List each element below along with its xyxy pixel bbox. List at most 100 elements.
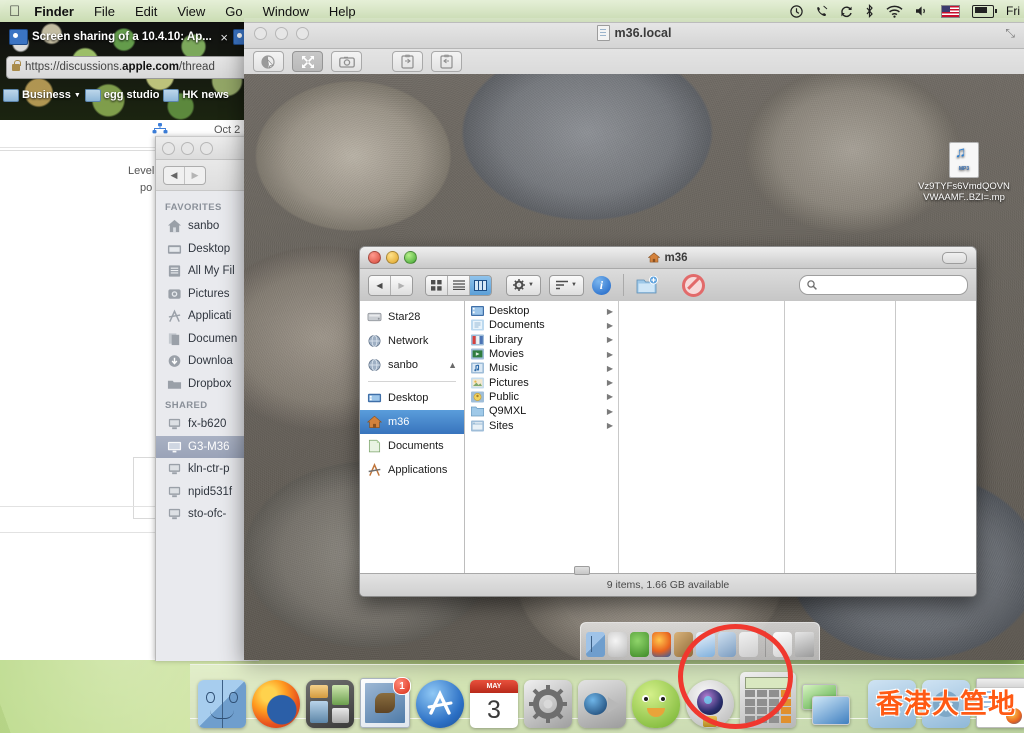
apple-menu-icon[interactable]: 	[9, 4, 20, 19]
menu-edit[interactable]: Edit	[135, 4, 157, 19]
zoom-button[interactable]	[200, 141, 213, 155]
sidebar-item-desktop[interactable]: Desktop	[360, 386, 464, 410]
wifi-icon[interactable]	[886, 5, 903, 18]
remote-screen-canvas[interactable]: Vz9TYFs6VmdQOVN VWAAMF..BZI=.mp	[244, 74, 1024, 660]
arrange-menu-button[interactable]: ▼	[548, 274, 584, 296]
disclosure-arrow-icon[interactable]: ▶	[607, 407, 613, 416]
bluetooth-icon[interactable]	[865, 4, 874, 18]
info-button[interactable]: i	[591, 275, 611, 295]
firefox-icon[interactable]	[651, 632, 671, 657]
url-input[interactable]: https://discussions. apple.com/thread	[6, 55, 258, 79]
remote-finder-sidebar[interactable]: Star28 Network sanbo ▲ Desktop m36 Docum…	[360, 301, 465, 574]
finder-icon[interactable]	[198, 680, 246, 728]
new-folder-icon[interactable]	[636, 275, 658, 295]
fullscreen-button[interactable]	[292, 51, 323, 72]
app-store-icon[interactable]	[416, 680, 464, 728]
column-view-button[interactable]	[469, 275, 491, 295]
menu-finder[interactable]: Finder	[34, 4, 74, 19]
blank-icon[interactable]	[739, 632, 759, 657]
back-button[interactable]: ◀	[164, 167, 184, 184]
finder-column-2[interactable]	[619, 301, 785, 574]
calendar-icon[interactable]: MAY 3	[470, 680, 518, 728]
file-row[interactable]: Library ▶	[465, 333, 618, 347]
eject-icon[interactable]: ▲	[448, 360, 457, 370]
bookmark-item[interactable]: egg studio	[84, 88, 159, 102]
system-prefs-icon[interactable]	[773, 632, 793, 657]
facetime-icon[interactable]	[578, 680, 626, 728]
file-row[interactable]: Movies ▶	[465, 347, 618, 361]
view-mode-segmented[interactable]	[425, 274, 492, 296]
menu-window[interactable]: Window	[263, 4, 309, 19]
mail-icon[interactable]: 1	[360, 677, 411, 728]
trash-icon[interactable]	[795, 632, 814, 657]
bookmark-item[interactable]: Business ▼	[3, 88, 81, 102]
sidebar-item-applications[interactable]: Applications	[360, 458, 464, 482]
search-input[interactable]	[799, 275, 968, 295]
disclosure-arrow-icon[interactable]: ▶	[607, 378, 613, 387]
browser-url-bar[interactable]: https://discussions. apple.com/thread	[0, 53, 258, 81]
column-resize-grip[interactable]	[574, 566, 590, 575]
disclosure-arrow-icon[interactable]: ▶	[607, 321, 613, 330]
desktop-file-item[interactable]: Vz9TYFs6VmdQOVN VWAAMF..BZI=.mp	[910, 142, 1018, 203]
us-flag-icon[interactable]	[941, 4, 960, 18]
disclosure-arrow-icon[interactable]: ▶	[607, 364, 613, 373]
duck-icon[interactable]	[632, 680, 680, 728]
sync-icon[interactable]	[840, 5, 853, 18]
remote-dock[interactable]	[580, 622, 820, 660]
forward-button[interactable]: ▶	[390, 275, 412, 295]
bookmarks-bar[interactable]: Business ▼ egg studio HK news	[0, 84, 258, 106]
photo-booth-icon[interactable]	[686, 680, 734, 728]
bookmark-item[interactable]: HK news	[163, 88, 229, 102]
remote-finder-titlebar[interactable]: m36	[360, 247, 976, 269]
timemachine-icon[interactable]	[790, 4, 803, 18]
list-view-button[interactable]	[447, 275, 469, 295]
file-row[interactable]: Pictures ▶	[465, 375, 618, 389]
nav-back-forward[interactable]: ◀ ▶	[163, 165, 206, 185]
battery-icon[interactable]	[972, 4, 997, 18]
icon-view-button[interactable]	[426, 275, 447, 295]
prohibited-icon[interactable]	[681, 273, 705, 297]
menu-help[interactable]: Help	[329, 4, 356, 19]
screensharing-icon[interactable]	[717, 632, 737, 657]
menubar-clock[interactable]: Fri	[1006, 4, 1020, 18]
disclosure-arrow-icon[interactable]: ▶	[607, 350, 613, 359]
fullscreen-icon[interactable]: ⤡	[1005, 26, 1015, 41]
minimize-button[interactable]	[275, 26, 288, 40]
firefox-icon[interactable]	[252, 680, 300, 728]
screen-sharing-window[interactable]: m36.local ⤡ ♫ MP3 Vz9TYFs6VmdQOVN VWAAMF…	[244, 18, 1024, 660]
remote-finder-toolbar[interactable]: ◀ ▶ ▼ ▼ i	[360, 269, 976, 302]
file-row[interactable]: Sites ▶	[465, 418, 618, 432]
menu-bar[interactable]:  Finder File Edit View Go Window Help	[0, 0, 1024, 22]
file-row[interactable]: Music ▶	[465, 361, 618, 375]
disclosure-arrow-icon[interactable]: ▶	[607, 421, 613, 430]
sidebar-item-star28[interactable]: Star28	[360, 305, 464, 329]
finder-column-3[interactable]	[785, 301, 896, 574]
nav-back-forward[interactable]: ◀ ▶	[368, 274, 413, 296]
menu-go[interactable]: Go	[225, 4, 242, 19]
screen-sharing-toolbar[interactable]	[244, 49, 1024, 75]
calculator-icon[interactable]	[740, 672, 796, 728]
remote-finder-window[interactable]: m36 ◀ ▶ ▼ ▼ i Star28 Network sanbo ▲ Des…	[359, 246, 977, 597]
zoom-button[interactable]	[296, 26, 309, 40]
minimize-button[interactable]	[181, 141, 194, 155]
screen-sharing-titlebar[interactable]: m36.local ⤡	[244, 18, 1024, 49]
dashboard-icon[interactable]	[306, 680, 354, 728]
sidebar-item-sanbo[interactable]: sanbo ▲	[360, 353, 464, 377]
tab-close-icon[interactable]: ×	[215, 30, 233, 45]
disclosure-arrow-icon[interactable]: ▶	[607, 335, 613, 344]
toolbar-toggle-button[interactable]	[942, 251, 967, 264]
phone-icon[interactable]	[815, 5, 828, 18]
browser-tab[interactable]: Screen sharing of a 10.4.10: Ap...	[0, 29, 215, 45]
file-row[interactable]: Public ▶	[465, 390, 618, 404]
browser-tab-bar[interactable]: Screen sharing of a 10.4.10: Ap... ×	[0, 22, 258, 52]
get-clipboard-button[interactable]	[392, 51, 423, 72]
system-preferences-icon[interactable]	[524, 680, 572, 728]
sidebar-item-documents[interactable]: Documents	[360, 434, 464, 458]
close-button[interactable]	[162, 141, 175, 155]
remote-finder-body[interactable]: Star28 Network sanbo ▲ Desktop m36 Docum…	[360, 301, 976, 574]
xcode-icon[interactable]	[629, 632, 649, 657]
finder-column-1[interactable]: Desktop ▶ Documents ▶ Library ▶ Movies ▶…	[465, 301, 619, 574]
file-row[interactable]: Documents ▶	[465, 318, 618, 332]
send-clipboard-button[interactable]	[431, 51, 462, 72]
volume-icon[interactable]	[915, 5, 929, 17]
